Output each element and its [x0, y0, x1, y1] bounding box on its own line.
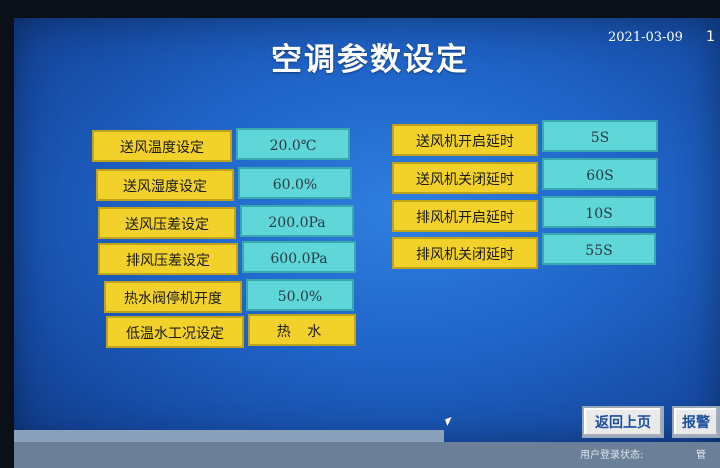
supply-fan-stop-delay-label: 送风机关闭延时	[392, 162, 538, 194]
low-temp-water-mode-toggle[interactable]: 热 水	[248, 314, 356, 346]
time-display-partial: 1	[706, 29, 715, 45]
login-status-label: 用户登录状态:	[580, 450, 644, 461]
supply-fan-start-delay-input[interactable]: 5S	[542, 120, 658, 152]
exhaust-fan-stop-delay-label: 排风机关闭延时	[392, 237, 538, 269]
login-status-value: 管	[696, 450, 706, 461]
supply-air-temp-label: 送风温度设定	[92, 130, 232, 162]
low-temp-water-mode-label: 低温水工况设定	[106, 316, 244, 348]
back-button[interactable]: 返回上页	[582, 406, 664, 438]
date-display: 2021-03-09	[608, 30, 683, 45]
horizontal-scrollbar[interactable]	[14, 430, 444, 442]
exhaust-fan-stop-delay-input[interactable]: 55S	[542, 233, 656, 265]
hot-water-valve-input[interactable]: 50.0%	[246, 279, 354, 311]
supply-fan-start-delay-label: 送风机开启延时	[392, 124, 538, 156]
exhaust-fan-start-delay-label: 排风机开启延时	[392, 200, 538, 232]
supply-air-humidity-input[interactable]: 60.0%	[238, 167, 352, 199]
hot-water-valve-label: 热水阀停机开度	[104, 281, 242, 313]
exhaust-air-pressure-input[interactable]: 600.0Pa	[242, 241, 356, 273]
supply-air-pressure-input[interactable]: 200.0Pa	[240, 205, 354, 237]
exhaust-fan-start-delay-input[interactable]: 10S	[542, 196, 656, 228]
alarm-button[interactable]: 报警	[672, 406, 720, 438]
supply-air-humidity-label: 送风湿度设定	[96, 169, 234, 201]
supply-air-pressure-label: 送风压差设定	[98, 207, 236, 239]
supply-air-temp-input[interactable]: 20.0℃	[236, 128, 350, 160]
supply-fan-stop-delay-input[interactable]: 60S	[542, 158, 658, 190]
exhaust-air-pressure-label: 排风压差设定	[98, 243, 238, 275]
page-title: 空调参数设定	[271, 42, 469, 78]
